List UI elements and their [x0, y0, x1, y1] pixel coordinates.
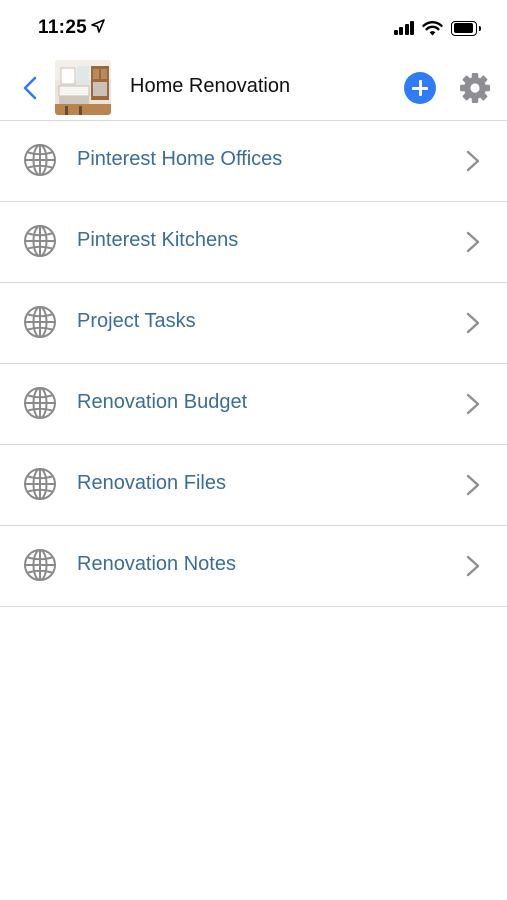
list-item-label: Renovation Budget [77, 391, 248, 413]
wifi-icon [422, 21, 443, 36]
list-item-label: Pinterest Home Offices [77, 148, 283, 170]
list: Pinterest Home Offices Pinterest Kitchen… [0, 120, 507, 607]
globe-icon [23, 143, 57, 177]
list-item-label: Project Tasks [77, 310, 196, 332]
signal-icon [394, 21, 414, 35]
battery-icon [451, 20, 481, 36]
chevron-right-icon [466, 393, 480, 415]
globe-icon [23, 224, 57, 258]
globe-icon [23, 386, 57, 420]
chevron-right-icon [466, 312, 480, 334]
status-indicators [394, 19, 481, 37]
status-time: 11:25 [38, 17, 88, 38]
globe-icon [23, 548, 57, 582]
back-button[interactable] [16, 72, 44, 104]
list-item-pinterest-kitchens[interactable]: Pinterest Kitchens [0, 202, 507, 283]
globe-icon [23, 305, 57, 339]
list-item-label: Renovation Notes [77, 553, 236, 575]
gear-icon[interactable] [458, 71, 492, 105]
globe-icon [23, 467, 57, 501]
chevron-right-icon [466, 555, 480, 577]
list-item-renovation-budget[interactable]: Renovation Budget [0, 364, 507, 445]
chevron-left-icon [23, 76, 37, 100]
list-item-renovation-notes[interactable]: Renovation Notes [0, 526, 507, 607]
chevron-right-icon [466, 474, 480, 496]
nav-bar: Home Renovation [0, 56, 507, 120]
list-item-label: Pinterest Kitchens [77, 229, 239, 251]
list-item-label: Renovation Files [77, 472, 226, 494]
list-item-pinterest-home-offices[interactable]: Pinterest Home Offices [0, 121, 507, 202]
page-title: Home Renovation [130, 75, 291, 97]
list-item-project-tasks[interactable]: Project Tasks [0, 283, 507, 364]
chevron-right-icon [466, 150, 480, 172]
list-item-renovation-files[interactable]: Renovation Files [0, 445, 507, 526]
location-arrow-icon [91, 19, 105, 33]
chevron-right-icon [466, 231, 480, 253]
add-button[interactable] [404, 72, 436, 104]
status-bar: 11:25 [0, 0, 507, 56]
project-thumbnail [55, 60, 111, 115]
